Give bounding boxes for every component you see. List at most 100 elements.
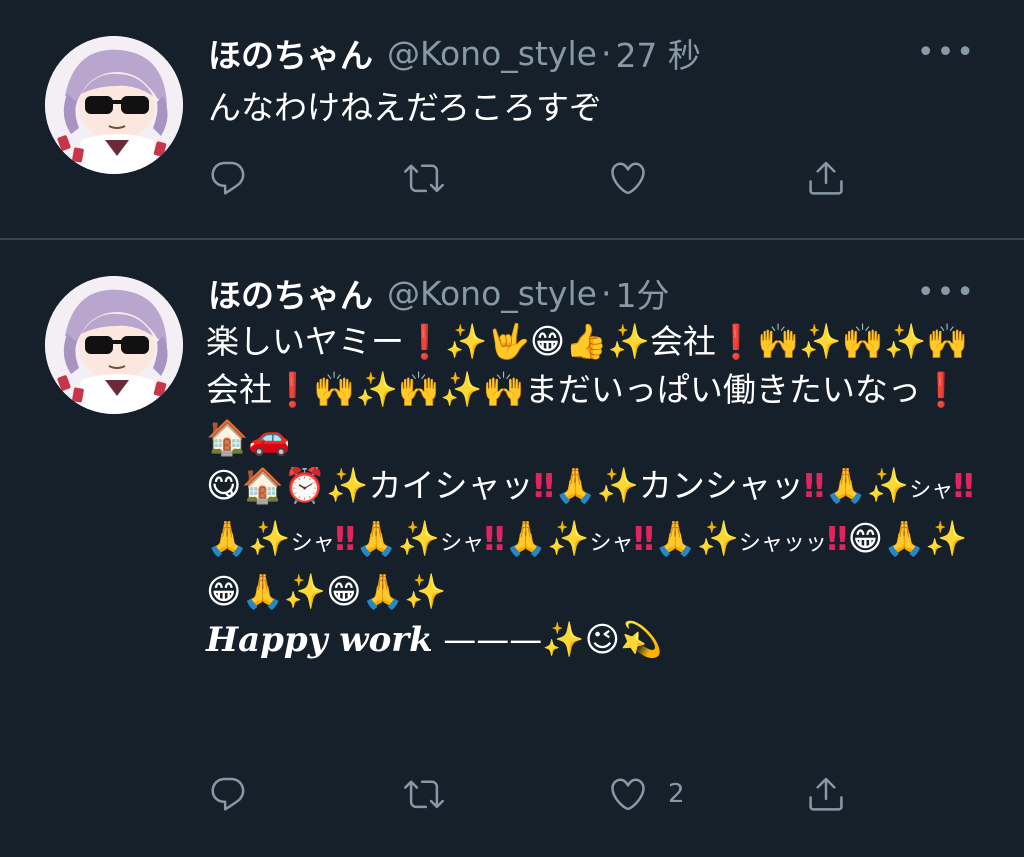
- car-icon: 🚗: [248, 418, 291, 458]
- folded-hands-icon: 🙏: [361, 572, 404, 612]
- reply-icon: [211, 777, 245, 811]
- grinning-face-icon: 😁: [847, 519, 884, 559]
- sparkles-icon: ✨: [445, 322, 488, 362]
- tweet[interactable]: ほのちゃん @Kono_style · 27 秒 ••• んなわけねえだろころす…: [0, 0, 1024, 238]
- dizzy-icon: 💫: [620, 620, 663, 660]
- sparkles-icon: ✨: [596, 466, 639, 506]
- sparkles-icon: ✨: [866, 466, 910, 506]
- double-exclamation-icon: ‼: [953, 466, 974, 505]
- sparkles-icon: ✨: [283, 572, 327, 612]
- happy-work-text: Happy work: [206, 620, 433, 660]
- folded-hands-icon: 🙏: [241, 572, 284, 612]
- reply-icon: [211, 161, 245, 195]
- reply-button[interactable]: [208, 158, 248, 198]
- house-icon: 🏠: [206, 418, 249, 458]
- raising-hands-icon: 🙌: [841, 322, 885, 362]
- thumbs-up-icon: 👍: [565, 322, 608, 362]
- exclamation-icon: ❗: [715, 322, 758, 361]
- folded-hands-icon: 🙏: [654, 519, 697, 559]
- timestamp[interactable]: 27 秒: [615, 29, 700, 77]
- retweet-button[interactable]: [404, 158, 444, 198]
- tweet-header: ほのちゃん @Kono_style · 1分: [208, 268, 669, 318]
- sparkles-icon: ✨: [547, 519, 590, 559]
- like-button[interactable]: 2: [608, 774, 685, 814]
- reply-button[interactable]: [208, 774, 248, 814]
- sparkles-icon: ✨: [355, 370, 398, 410]
- dash-text: ———: [443, 620, 543, 659]
- separator-dot: ·: [600, 273, 612, 313]
- folded-hands-icon: 🙏: [824, 466, 867, 506]
- more-icon[interactable]: •••: [917, 38, 976, 68]
- like-icon: [611, 162, 645, 195]
- text-segment: シャ: [440, 531, 485, 556]
- sparkles-icon: ✨: [799, 322, 842, 362]
- folded-hands-icon: 🙏: [206, 519, 249, 559]
- like-button[interactable]: [608, 158, 648, 198]
- sparkles-icon: ✨: [542, 620, 585, 660]
- tweet-header: ほのちゃん @Kono_style · 27 秒: [208, 28, 701, 78]
- text-segment: シャ: [290, 531, 335, 556]
- retweet-button[interactable]: [404, 774, 444, 814]
- double-exclamation-icon: ‼: [633, 519, 655, 558]
- folded-hands-icon: 🙏: [504, 519, 548, 559]
- text-segment: まだいっぱい働きたいなっ: [524, 370, 921, 409]
- sparkles-icon: ✨: [925, 519, 968, 559]
- more-icon[interactable]: •••: [917, 278, 976, 308]
- exclamation-icon: ❗: [920, 370, 962, 409]
- exclamation-icon: ❗: [404, 322, 446, 361]
- text-segment: 楽しいヤミー: [206, 322, 404, 361]
- text-segment: シャ: [909, 478, 954, 503]
- retweet-icon: [404, 164, 444, 193]
- sparkles-icon: ✨: [884, 322, 927, 362]
- sparkles-icon: ✨: [326, 466, 369, 506]
- grinning-face-icon: 😁: [206, 572, 242, 612]
- raising-hands-icon: 🙌: [926, 322, 969, 362]
- yum-face-icon: 😋: [206, 466, 242, 506]
- raising-hands-icon: 🙌: [757, 322, 800, 362]
- share-button[interactable]: [806, 158, 846, 198]
- user-handle[interactable]: @Kono_style: [387, 34, 597, 73]
- grinning-face-icon: 😁: [326, 572, 362, 612]
- text-segment: シャ: [589, 531, 634, 556]
- user-handle[interactable]: @Kono_style: [387, 274, 597, 313]
- house-icon: 🏠: [241, 466, 284, 506]
- avatar[interactable]: [45, 36, 183, 174]
- sparkles-icon: ✨: [696, 519, 739, 559]
- double-exclamation-icon: ‼: [334, 519, 356, 558]
- tweet-actions: 2: [208, 774, 888, 814]
- avatar[interactable]: [45, 276, 183, 414]
- share-button[interactable]: [806, 774, 846, 814]
- share-icon: [809, 161, 843, 195]
- grinning-face-icon: 😁: [529, 322, 566, 362]
- avatar-image: [45, 276, 183, 414]
- text-segment: 会社: [649, 322, 716, 361]
- sparkles-icon: ✨: [440, 370, 483, 410]
- sparkles-icon: ✨: [397, 519, 441, 559]
- double-exclamation-icon: ‼: [533, 466, 555, 505]
- folded-hands-icon: 🙏: [883, 519, 926, 559]
- display-name[interactable]: ほのちゃん: [208, 269, 373, 317]
- like-icon: [611, 778, 645, 811]
- alarm-clock-icon: ⏰: [283, 466, 327, 506]
- sparkles-icon: ✨: [607, 322, 650, 362]
- double-exclamation-icon: ‼: [484, 519, 505, 558]
- raising-hands-icon: 🙌: [482, 370, 525, 410]
- tweet-text: 楽しいヤミー❗✨🤟😁👍✨会社❗🙌✨🙌✨🙌会社❗🙌✨🙌✨🙌まだいっぱい働きたいなっ…: [206, 318, 976, 664]
- timestamp[interactable]: 1分: [615, 269, 669, 317]
- retweet-icon: [404, 780, 444, 809]
- text-segment: シャッッ: [738, 531, 827, 556]
- folded-hands-icon: 🙏: [554, 466, 597, 506]
- sparkles-icon: ✨: [248, 519, 291, 559]
- share-icon: [809, 777, 843, 811]
- sparkles-icon: ✨: [403, 572, 447, 612]
- like-count: 2: [668, 779, 685, 809]
- raising-hands-icon: 🙌: [397, 370, 441, 410]
- tweet-actions: [208, 158, 888, 198]
- double-exclamation-icon: ‼: [803, 466, 825, 505]
- display-name[interactable]: ほのちゃん: [208, 29, 373, 77]
- text-segment: カンシャッ: [638, 466, 804, 505]
- tweet-text: んなわけねえだろころすぞ: [208, 88, 603, 127]
- folded-hands-icon: 🙏: [355, 519, 398, 559]
- exclamation-icon: ❗: [272, 370, 314, 409]
- separator-dot: ·: [600, 33, 612, 73]
